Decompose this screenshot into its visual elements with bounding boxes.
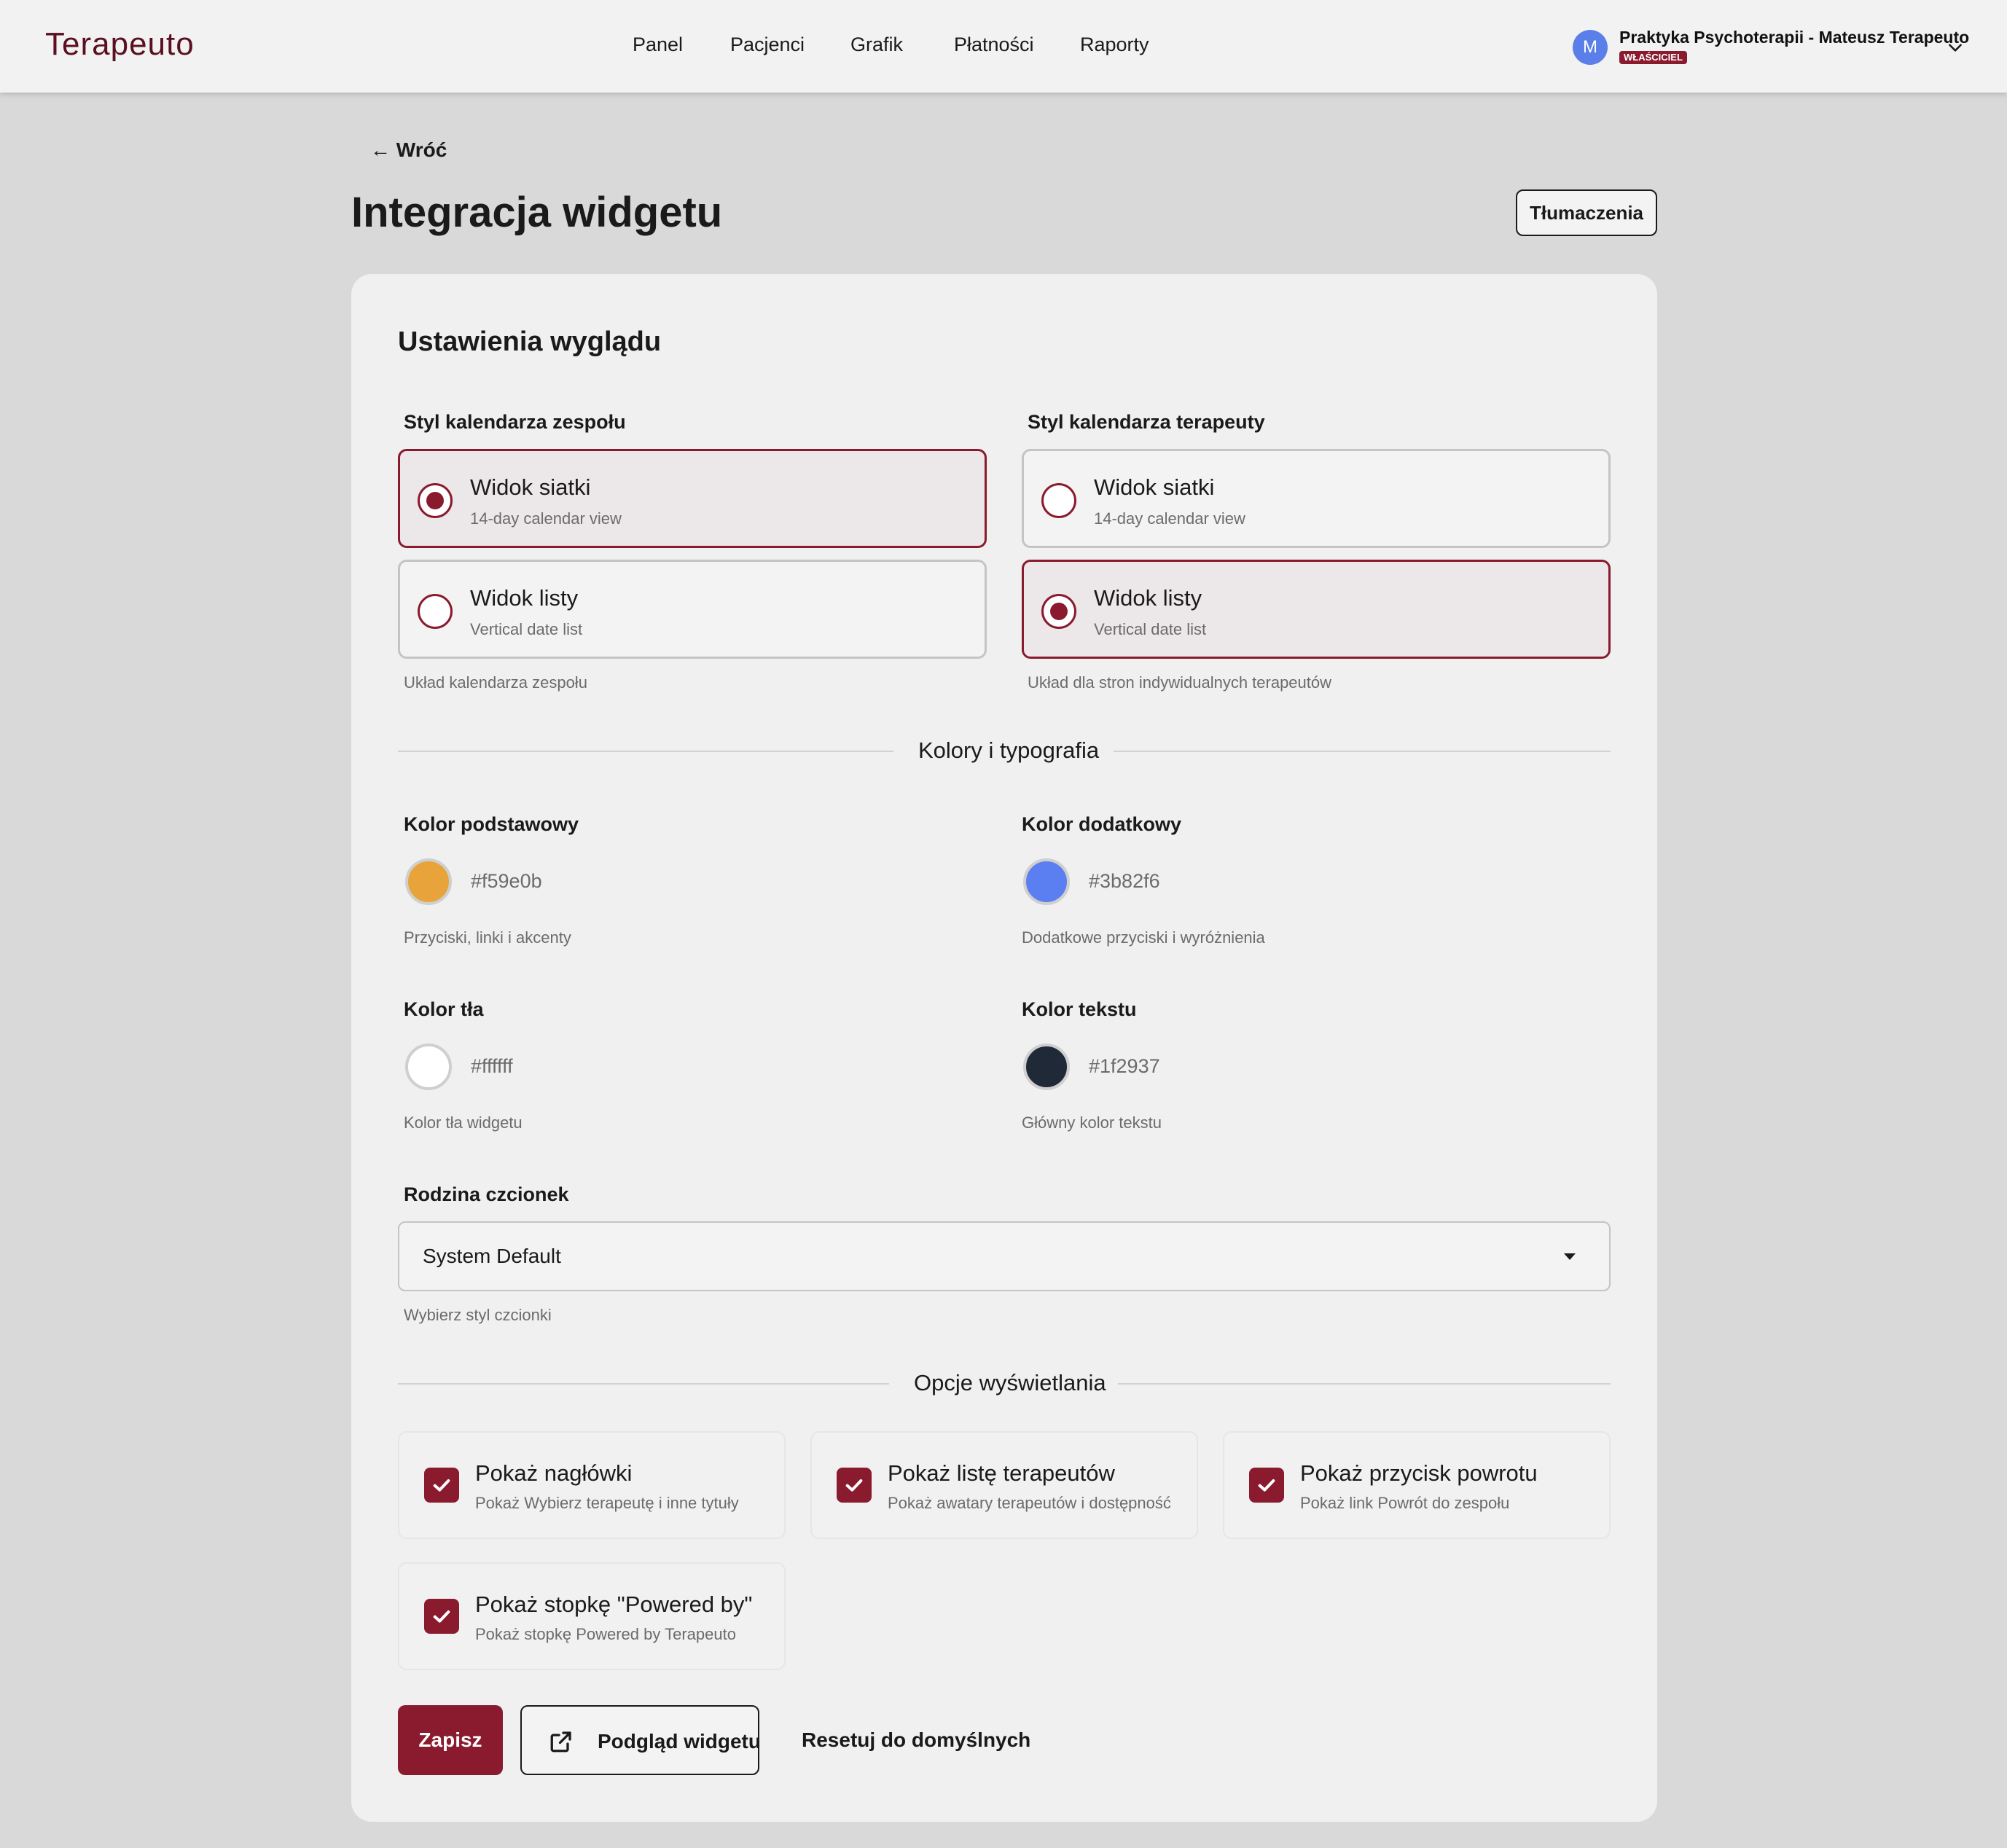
checkbox-checked[interactable] <box>837 1468 872 1503</box>
divider <box>398 1383 889 1385</box>
font-family-label: Rodzina czcionek <box>404 1183 569 1205</box>
primary-color-swatch[interactable] <box>405 858 452 905</box>
selected-font: System Default <box>423 1245 561 1267</box>
caret-down-icon <box>1564 1253 1576 1260</box>
text-color-label: Kolor tekstu <box>1022 998 1137 1020</box>
nav-item-platnosci[interactable]: Płatności <box>954 34 1034 56</box>
team-list-option[interactable]: Widok listy Vertical date list <box>398 560 987 659</box>
option-show-therapist-list[interactable]: Pokaż listę terapeutów Pokaż awatary ter… <box>810 1431 1198 1539</box>
option-subtitle: 14-day calendar view <box>470 509 622 528</box>
text-color-helper: Główny kolor tekstu <box>1022 1113 1162 1132</box>
account-name: Praktyka Psychoterapii - Mateusz Terapeu… <box>1619 28 1970 47</box>
option-title: Pokaż stopkę "Powered by" <box>475 1591 753 1617</box>
back-link[interactable]: ← Wróć <box>370 138 447 162</box>
primary-color-helper: Przyciski, linki i akcenty <box>404 928 571 947</box>
checkbox-checked[interactable] <box>424 1468 459 1503</box>
option-title: Widok listy <box>1094 585 1202 611</box>
therapist-calendar-label: Styl kalendarza terapeuty <box>1028 411 1265 433</box>
option-show-headers[interactable]: Pokaż nagłówki Pokaż Wybierz terapeutę i… <box>398 1431 786 1539</box>
option-show-powered-by[interactable]: Pokaż stopkę "Powered by" Pokaż stopkę P… <box>398 1562 786 1670</box>
option-subtitle: Vertical date list <box>470 620 583 638</box>
option-title: Widok siatki <box>1094 474 1215 500</box>
reset-defaults-button[interactable]: Resetuj do domyślnych <box>802 1728 1030 1752</box>
nav-item-raporty[interactable]: Raporty <box>1080 34 1149 56</box>
divider <box>1118 1383 1611 1385</box>
secondary-color-value[interactable]: #3b82f6 <box>1089 870 1160 893</box>
option-subtitle: 14-day calendar view <box>1094 509 1245 528</box>
checkbox-checked[interactable] <box>424 1599 459 1634</box>
translations-button[interactable]: Tłumaczenia <box>1516 189 1657 236</box>
secondary-color-label: Kolor dodatkowy <box>1022 813 1182 835</box>
section-title-appearance: Ustawienia wyglądu <box>398 326 662 357</box>
font-family-helper: Wybierz styl czcionki <box>404 1306 552 1324</box>
option-title: Pokaż listę terapeutów <box>888 1460 1115 1486</box>
font-family-select[interactable]: System Default <box>398 1221 1611 1291</box>
team-calendar-label: Styl kalendarza zespołu <box>404 411 626 433</box>
therapist-calendar-helper: Układ dla stron indywidualnych terapeutó… <box>1028 673 1332 692</box>
secondary-color-swatch[interactable] <box>1023 858 1070 905</box>
preview-widget-button[interactable]: Podgląd widgetu <box>520 1705 761 1775</box>
option-subtitle: Pokaż stopkę Powered by Terapeuto <box>475 1625 736 1643</box>
option-subtitle: Pokaż awatary terapeutów i dostępność <box>888 1494 1171 1512</box>
nav-item-pacjenci[interactable]: Pacjenci <box>730 34 805 56</box>
therapist-grid-option[interactable]: Widok siatki 14-day calendar view <box>1022 449 1611 548</box>
primary-color-value[interactable]: #f59e0b <box>471 870 542 893</box>
chevron-down-icon[interactable] <box>1946 38 1965 57</box>
divider <box>1114 751 1611 752</box>
check-icon <box>433 1610 450 1623</box>
team-grid-option[interactable]: Widok siatki 14-day calendar view <box>398 449 987 548</box>
role-badge: WŁAŚCICIEL <box>1619 51 1687 64</box>
check-icon <box>1258 1479 1275 1492</box>
account-menu[interactable]: M Praktyka Psychoterapii - Mateusz Terap… <box>1573 28 1970 66</box>
settings-card: Ustawienia wyglądu Styl kalendarza zespo… <box>351 274 1657 1822</box>
radio-button[interactable] <box>418 483 453 518</box>
option-title: Pokaż nagłówki <box>475 1460 633 1486</box>
option-subtitle: Pokaż Wybierz terapeutę i inne tytuły <box>475 1494 739 1512</box>
avatar: M <box>1573 30 1608 65</box>
option-show-back-button[interactable]: Pokaż przycisk powrotu Pokaż link Powrót… <box>1223 1431 1611 1539</box>
radio-button[interactable] <box>1041 483 1076 518</box>
section-title-display: Opcje wyświetlania <box>914 1370 1106 1395</box>
option-subtitle: Pokaż link Powrót do zespołu <box>1300 1494 1510 1512</box>
option-subtitle: Vertical date list <box>1094 620 1207 638</box>
check-icon <box>433 1479 450 1492</box>
top-navigation-bar: Terapeuto Panel Pacjenci Grafik Płatnośc… <box>0 0 2007 93</box>
background-color-helper: Kolor tła widgetu <box>404 1113 523 1132</box>
background-color-swatch[interactable] <box>405 1044 452 1090</box>
background-color-label: Kolor tła <box>404 998 484 1020</box>
section-title-colors: Kolory i typografia <box>918 737 1100 763</box>
radio-button[interactable] <box>418 594 453 629</box>
external-link-icon <box>550 1731 571 1753</box>
preview-widget-label: Podgląd widgetu <box>598 1730 761 1753</box>
save-button[interactable]: Zapisz <box>398 1705 503 1775</box>
primary-color-label: Kolor podstawowy <box>404 813 579 835</box>
brand-logo[interactable]: Terapeuto <box>45 26 195 63</box>
page-title: Integracja widgetu <box>351 189 723 236</box>
checkbox-checked[interactable] <box>1249 1468 1284 1503</box>
nav-item-grafik[interactable]: Grafik <box>850 34 903 56</box>
team-calendar-helper: Układ kalendarza zespołu <box>404 673 587 692</box>
option-title: Widok listy <box>470 585 579 611</box>
nav-item-panel[interactable]: Panel <box>633 34 683 56</box>
secondary-color-helper: Dodatkowe przyciski i wyróżnienia <box>1022 928 1265 947</box>
text-color-value[interactable]: #1f2937 <box>1089 1055 1160 1078</box>
option-title: Widok siatki <box>470 474 591 500</box>
option-title: Pokaż przycisk powrotu <box>1300 1460 1538 1486</box>
background-color-value[interactable]: #ffffff <box>471 1055 513 1078</box>
therapist-list-option[interactable]: Widok listy Vertical date list <box>1022 560 1611 659</box>
check-icon <box>845 1479 863 1492</box>
text-color-swatch[interactable] <box>1023 1044 1070 1090</box>
radio-button[interactable] <box>1041 594 1076 629</box>
divider <box>398 751 893 752</box>
